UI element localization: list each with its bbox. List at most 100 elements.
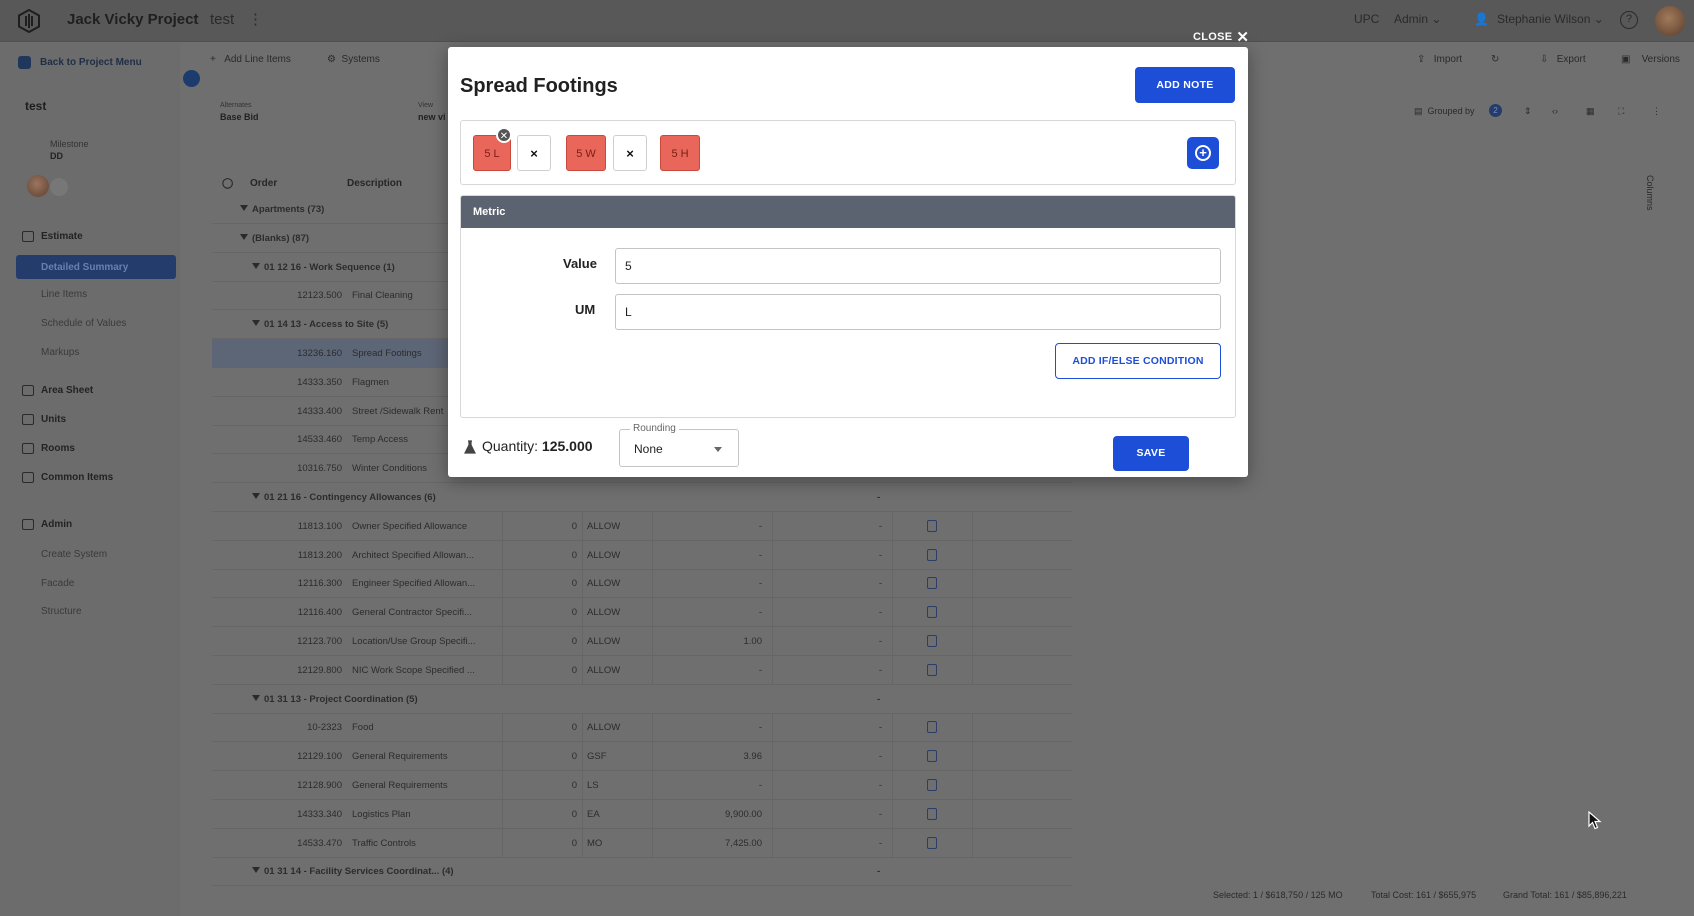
add-token-button[interactable]: + xyxy=(1187,137,1219,169)
export-button[interactable]: ⇩ Export xyxy=(1540,54,1586,65)
table-row[interactable]: 12129.100 General Requirements 0 GSF 3.96 - xyxy=(212,742,1072,772)
order-cell: 14333.340 xyxy=(297,808,342,820)
notes-icon[interactable] xyxy=(927,577,937,590)
table-row[interactable]: 12123.700 Location/Use Group Specifi... 0 A… xyxy=(212,627,1072,656)
nav-area-sheet[interactable]: Area Sheet xyxy=(22,385,93,396)
table-row[interactable]: 14333.340 Logistics Plan 0 EA 9,900.00 - xyxy=(212,799,1072,829)
table-row[interactable]: 10-2323 Food 0 ALLOW - - xyxy=(212,713,1072,743)
more-vert-icon[interactable]: ⋮ xyxy=(1652,106,1661,117)
save-button[interactable]: SAVE xyxy=(1113,436,1189,471)
project-name[interactable]: Jack Vicky Project xyxy=(67,11,198,28)
cell-divider xyxy=(582,713,583,743)
table-row[interactable]: 12129.800 NIC Work Scope Specified ... 0 AL… xyxy=(212,655,1072,685)
group-row[interactable]: 01 21 16 - Contingency Allowances (6) - xyxy=(212,483,1072,512)
table-row[interactable]: 12116.400 General Contractor Specifi... 0 A… xyxy=(212,598,1072,628)
notes-icon[interactable] xyxy=(927,836,937,849)
nav-common-items[interactable]: Common Items xyxy=(22,472,113,483)
add-line-items-button[interactable]: + Add Line Items xyxy=(210,54,291,65)
versions-button[interactable]: ▣ Versions xyxy=(1621,54,1680,65)
um-input[interactable] xyxy=(615,294,1221,330)
select-all-icon[interactable]: ◯ xyxy=(222,178,233,189)
order-cell: 12129.100 xyxy=(297,751,342,763)
description-cell: Traffic Controls xyxy=(352,837,416,849)
chevron-right-icon: › xyxy=(193,11,198,27)
code-icon[interactable]: ‹› xyxy=(1552,106,1558,116)
nav-admin[interactable]: Admin xyxy=(22,519,72,530)
expand-collapse-icon[interactable]: ⇕ xyxy=(1524,106,1532,117)
expand-icon[interactable] xyxy=(240,233,248,240)
history-icon[interactable]: ↻ xyxy=(1491,54,1499,65)
collaborator-avatar-2[interactable] xyxy=(50,178,68,196)
notes-icon[interactable] xyxy=(927,779,937,791)
metric-header: Metric xyxy=(461,196,1235,228)
cell-divider xyxy=(652,742,653,772)
expand-icon[interactable] xyxy=(252,493,260,499)
column-header-description[interactable]: Description xyxy=(347,178,402,189)
nav-create-system[interactable]: Create System xyxy=(41,549,107,560)
rate-cell: 7,425.00 xyxy=(725,837,762,849)
nav-detailed-summary[interactable]: Detailed Summary xyxy=(16,255,176,279)
notes-icon[interactable] xyxy=(927,750,937,763)
nav-schedule-of-values[interactable]: Schedule of Values xyxy=(41,318,126,329)
rounding-select[interactable]: Rounding None xyxy=(619,423,739,467)
token-multiply-operator[interactable]: × xyxy=(517,135,551,171)
notes-icon[interactable] xyxy=(927,519,937,532)
columns-panel-tab[interactable]: Columns xyxy=(1645,175,1655,211)
fullscreen-icon[interactable]: ⛶ xyxy=(1618,106,1624,117)
breadcrumb-estimate[interactable]: test xyxy=(210,11,234,28)
token-multiply-operator[interactable]: × xyxy=(613,135,647,171)
nav-facade[interactable]: Facade xyxy=(41,578,74,589)
view-select[interactable]: new vi xyxy=(418,112,446,122)
order-cell: 14533.470 xyxy=(297,837,342,849)
nav-estimate[interactable]: Estimate xyxy=(22,231,83,242)
notes-icon[interactable] xyxy=(927,663,937,676)
token-width[interactable]: 5 W xyxy=(566,135,606,171)
notes-icon[interactable] xyxy=(927,635,937,647)
help-icon[interactable]: ? xyxy=(1620,11,1638,29)
table-icon[interactable]: ▦ xyxy=(1586,106,1595,117)
grouped-by-button[interactable]: ▤ Grouped by xyxy=(1414,106,1475,117)
role-dropdown[interactable]: Admin ⌄ xyxy=(1394,12,1441,26)
expand-icon[interactable] xyxy=(240,205,248,211)
group-row[interactable]: 01 31 13 - Project Coordination (5) - xyxy=(212,685,1072,714)
nav-units[interactable]: Units xyxy=(22,414,66,425)
total-cell: - xyxy=(878,578,882,590)
nav-structure[interactable]: Structure xyxy=(41,606,82,617)
table-row[interactable]: 12116.300 Engineer Specified Allowan... 0 A… xyxy=(212,569,1072,599)
expand-icon[interactable] xyxy=(252,867,260,874)
notes-icon[interactable] xyxy=(927,548,937,561)
group-row[interactable]: 01 31 14 - Facility Services Coordinat..… xyxy=(212,857,1072,887)
user-avatar[interactable] xyxy=(1655,6,1685,36)
expand-icon[interactable] xyxy=(252,694,260,701)
alternates-select[interactable]: Base Bid xyxy=(220,112,259,122)
nav-markups[interactable]: Markups xyxy=(41,347,79,358)
token-height[interactable]: 5 H xyxy=(660,135,700,171)
collaborator-avatar[interactable] xyxy=(27,175,49,197)
table-row[interactable]: 12128.900 General Requirements 0 LS - - xyxy=(212,771,1072,800)
systems-button[interactable]: ⚙ Systems xyxy=(327,54,380,65)
nav-admin-label: Admin xyxy=(41,519,73,530)
value-input[interactable] xyxy=(615,248,1221,284)
import-button[interactable]: ⇪ Import xyxy=(1417,54,1462,65)
app-logo-icon[interactable] xyxy=(18,9,40,33)
table-row[interactable]: 14533.470 Traffic Controls 0 MO 7,425.00 - xyxy=(212,828,1072,858)
add-note-button[interactable]: ADD NOTE xyxy=(1135,67,1235,103)
nav-line-items[interactable]: Line Items xyxy=(41,289,87,300)
add-if-else-condition-button[interactable]: ADD IF/ELSE CONDITION xyxy=(1055,343,1221,379)
close-modal-button[interactable]: CLOSE ✕ xyxy=(1193,28,1249,46)
table-row[interactable]: 11813.100 Owner Specified Allowance 0 ALLOW… xyxy=(212,511,1072,541)
column-header-order[interactable]: Order xyxy=(250,178,277,189)
user-dropdown[interactable]: Stephanie Wilson ⌄ xyxy=(1497,12,1604,26)
notes-icon[interactable] xyxy=(927,606,937,619)
expand-icon[interactable] xyxy=(252,262,260,269)
remove-token-icon[interactable]: ✕ xyxy=(496,127,512,143)
more-vert-icon[interactable]: ⋮ xyxy=(248,10,263,28)
group-total: - xyxy=(877,866,881,878)
back-to-project-menu[interactable]: Back to Project Menu xyxy=(40,57,142,68)
expand-icon[interactable] xyxy=(252,320,260,327)
notes-icon[interactable] xyxy=(927,807,937,820)
nav-common-items-label: Common Items xyxy=(41,472,114,483)
nav-rooms[interactable]: Rooms xyxy=(22,443,75,454)
table-row[interactable]: 11813.200 Architect Specified Allowan... 0… xyxy=(212,540,1072,570)
notes-icon[interactable] xyxy=(927,721,937,734)
